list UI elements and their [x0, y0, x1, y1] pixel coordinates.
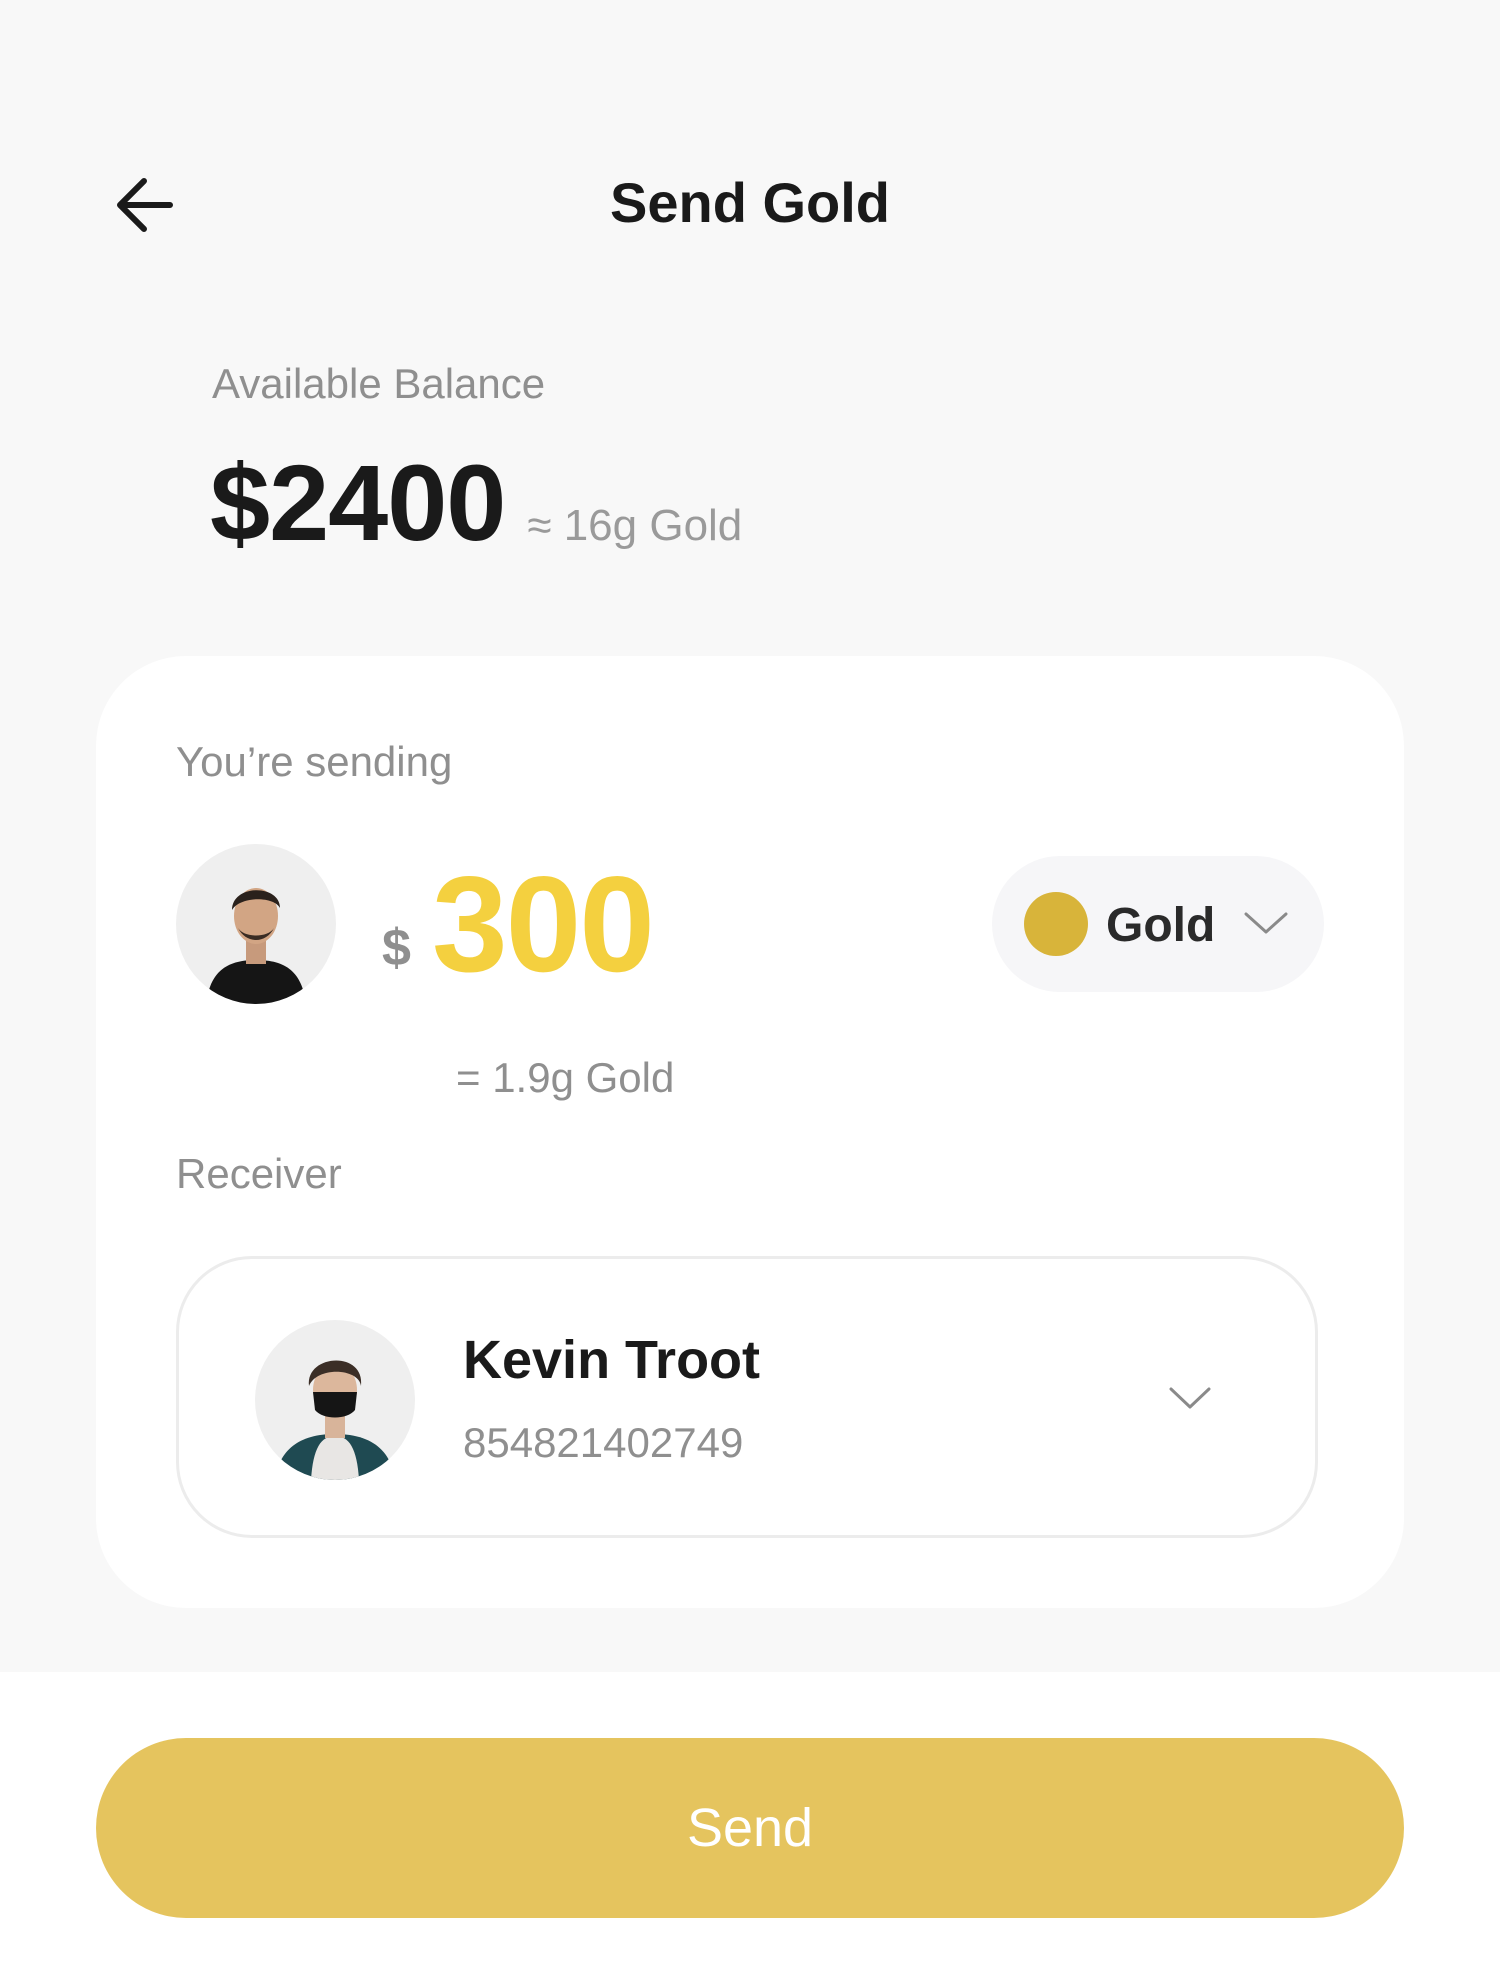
asset-label: Gold [1106, 899, 1216, 952]
amount-input[interactable]: 300 [432, 846, 655, 1002]
page-title: Send Gold [610, 171, 890, 234]
sender-avatar [176, 844, 336, 1004]
receiver-select[interactable]: Kevin Troot 854821402749 [176, 1256, 1318, 1538]
receiver-name: Kevin Troot [463, 1330, 761, 1390]
receiver-avatar [255, 1320, 415, 1480]
asset-select[interactable]: Gold [992, 856, 1324, 992]
balance-row: $2400 ≈ 16g Gold [210, 440, 742, 565]
balance-amount: $2400 [210, 442, 506, 563]
receiver-label: Receiver [176, 1150, 342, 1197]
balance-approx-gold: ≈ 16g Gold [527, 501, 743, 550]
gold-coin-icon [1024, 892, 1088, 956]
amount-currency: $ [382, 919, 411, 977]
sending-label: You’re sending [176, 738, 453, 785]
send-button[interactable]: Send [96, 1738, 1404, 1918]
balance-label: Available Balance [212, 360, 546, 407]
top-area: Send Gold Available Balance $2400 ≈ 16g … [0, 0, 1500, 1672]
send-card: You’re sending $ 300 Gold = 1.9g Gold Re… [96, 656, 1404, 1608]
receiver-account-number: 854821402749 [463, 1419, 744, 1466]
converted-gold: = 1.9g Gold [456, 1054, 675, 1101]
chevron-down-icon [1244, 912, 1288, 934]
chevron-down-icon [1169, 1387, 1211, 1409]
